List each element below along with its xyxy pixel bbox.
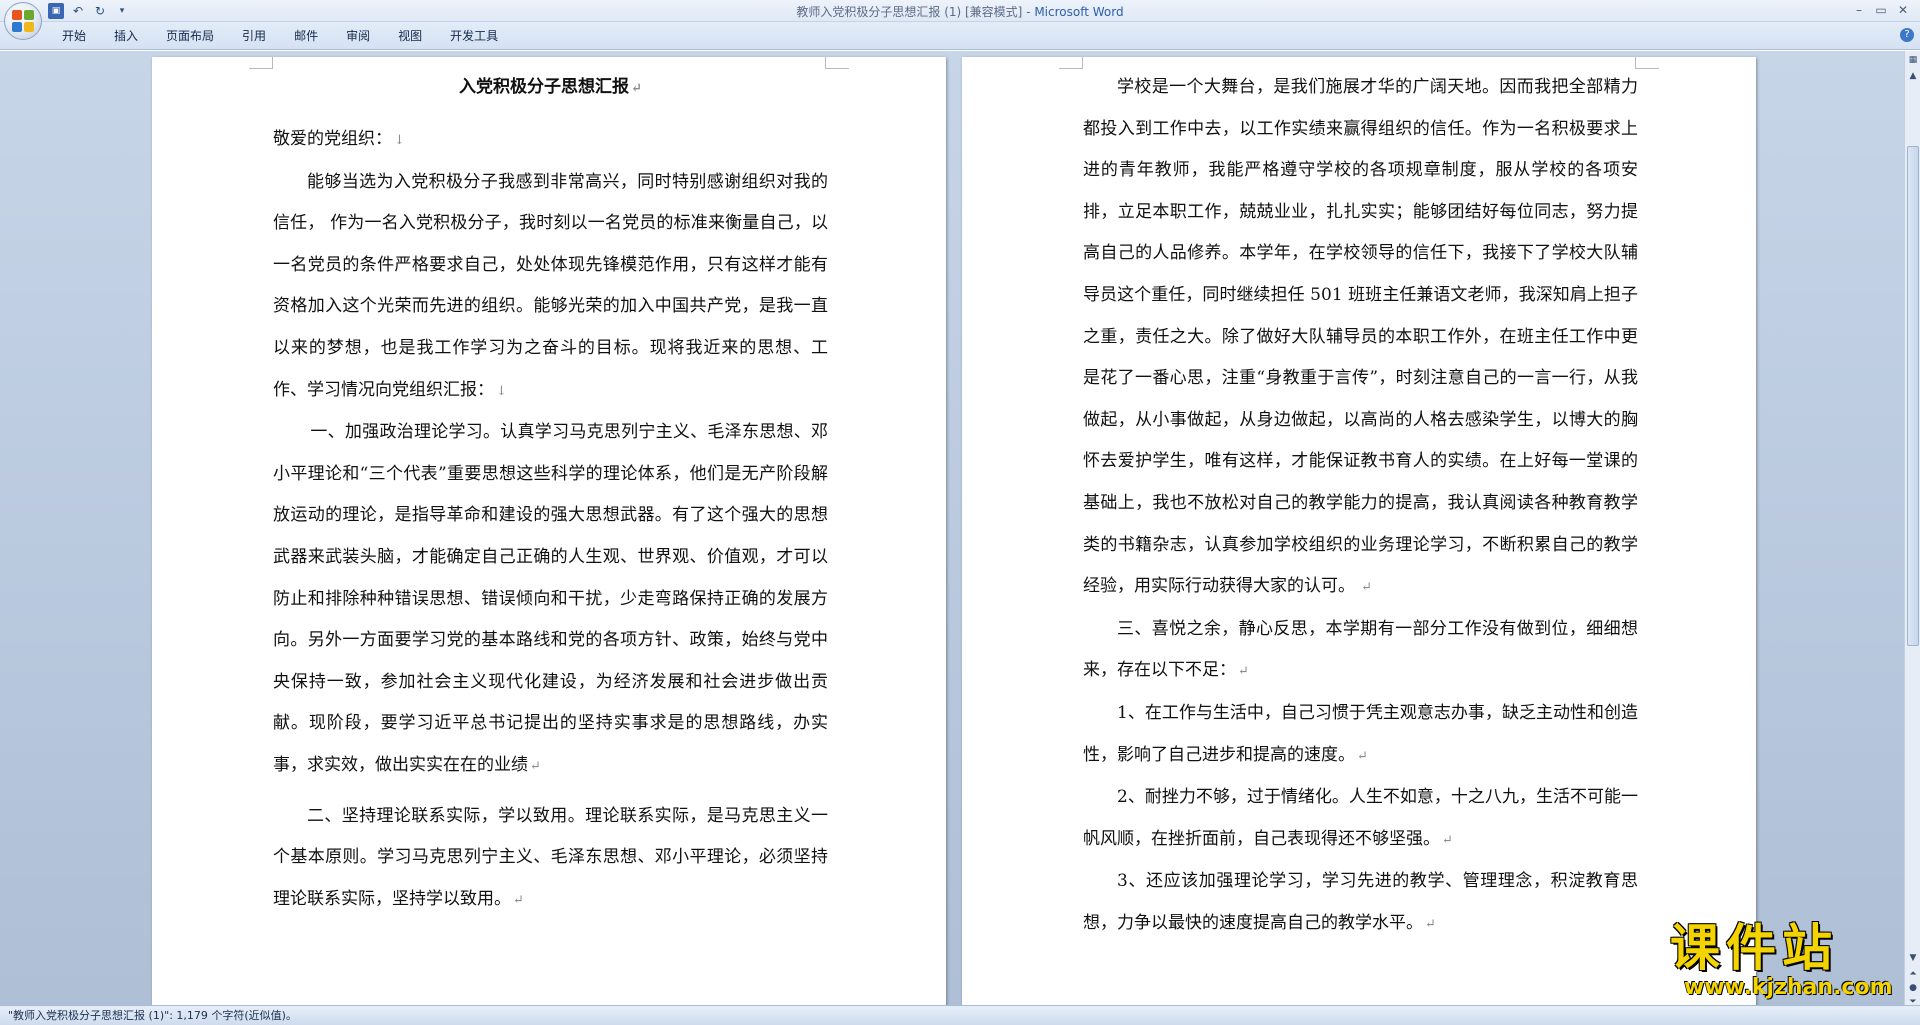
scroll-up-icon[interactable]: ▲ (1906, 69, 1920, 83)
tab-review[interactable]: 审阅 (332, 28, 384, 44)
paragraph: 二、坚持理论联系实际，学以致用。理论联系实际，是马克思主义一个基本原则。学习马克… (273, 805, 828, 909)
watermark-logo: 课件站 www.kjzhan.com (1670, 920, 1900, 1010)
tab-view[interactable]: 视图 (384, 28, 436, 44)
ribbon-tabs: 开始 插入 页面布局 引用 邮件 审阅 视图 开发工具 (48, 28, 512, 44)
page-right[interactable]: 学校是一个大舞台，是我们施展才华的广阔天地。因而我把全部精力都投入到工作中去，以… (962, 57, 1756, 1005)
tab-references[interactable]: 引用 (228, 28, 280, 44)
scroll-down-icon[interactable]: ▼ (1906, 951, 1920, 965)
scroll-thumb[interactable] (1907, 146, 1919, 646)
status-bar: "教师入党积极分子思想汇报 (1)": 1,179 个字符(近似值)。 (0, 1005, 1920, 1025)
minimize-icon[interactable]: – (1848, 1, 1870, 19)
restore-icon[interactable]: ▭ (1870, 1, 1892, 19)
tab-mailings[interactable]: 邮件 (280, 28, 332, 44)
tab-page-layout[interactable]: 页面布局 (152, 28, 228, 44)
paragraph: 三、喜悦之余，静心反思，本学期有一部分工作没有做到位，细细想来，存在以下不足： ↵ (1083, 618, 1638, 681)
tab-home[interactable]: 开始 (48, 28, 100, 44)
help-icon[interactable]: ? (1900, 28, 1914, 42)
paragraph: 2、耐挫力不够，过于情绪化。人生不如意，十之八九，生活不可能一帆风顺，在挫折面前… (1083, 787, 1638, 849)
paragraph: 1、在工作与生活中，自己习惯于凭主观意志办事，缺乏主动性和创造性，影响了自己进步… (1083, 702, 1638, 765)
title-bar: ▣ ↶ ↻ ▾ 教师入党积极分子思想汇报 (1) [兼容模式] - Micros… (0, 0, 1920, 22)
tab-insert[interactable]: 插入 (100, 28, 152, 44)
window-controls: – ▭ ✕ (1848, 1, 1914, 19)
word-count-status[interactable]: "教师入党积极分子思想汇报 (1)": 1,179 个字符(近似值)。 (8, 1009, 297, 1022)
margin-corner-mark (1059, 57, 1083, 69)
vertical-scrollbar[interactable]: ▦ ▲ ▼ ⏶ ● ⏷ (1904, 51, 1920, 1007)
paragraph: 3、还应该加强理论学习，学习先进的教学、管理理念，积淀教育思想，力争以最快的速度… (1083, 871, 1638, 933)
tab-developer[interactable]: 开发工具 (436, 28, 512, 44)
app-name: Microsoft Word (1034, 5, 1124, 19)
document-workspace[interactable]: 入党积极分子思想汇报 ↵ 敬爱的党组织： ↓ 能够当选为入党积极分子我感到非常高兴，… (0, 51, 1904, 1005)
document-title: 入党积极分子思想汇报 (459, 77, 630, 97)
window-title: 教师入党积极分子思想汇报 (1) [兼容模式] - Microsoft Word (0, 3, 1920, 20)
page-left[interactable]: 入党积极分子思想汇报 ↵ 敬爱的党组织： ↓ 能够当选为入党积极分子我感到非常高兴，… (152, 57, 946, 1005)
previous-page-icon[interactable]: ⏶ (1906, 967, 1920, 981)
paragraph: 学校是一个大舞台，是我们施展才华的广阔天地。因而我把全部精力都投入到工作中去，以… (1083, 77, 1638, 597)
office-logo-icon (12, 10, 34, 32)
ribbon: 开始 插入 页面布局 引用 邮件 审阅 视图 开发工具 ? (0, 22, 1920, 50)
watermark-url: www.kjzhan.com (1684, 975, 1893, 1000)
margin-corner-mark (1635, 57, 1659, 69)
office-button[interactable] (4, 2, 42, 40)
paragraph: 能够当选为入党积极分子我感到非常高兴，同时特别感谢组织对我的信任， 作为一名入党… (273, 171, 828, 400)
document-name: 教师入党积极分子思想汇报 (1) [兼容模式] - (796, 5, 1035, 19)
paragraph: 一、加强政治理论学习。认真学习马克思列宁主义、毛泽东思想、邓小平理论和“三个代表… (273, 422, 828, 775)
page-right-text[interactable]: 学校是一个大舞台，是我们施展才华的广阔天地。因而我把全部精力都投入到工作中去，以… (1083, 67, 1638, 945)
margin-corner-mark (249, 57, 273, 69)
ruler-toggle-icon[interactable]: ▦ (1906, 53, 1920, 67)
salutation: 敬爱的党组织： (273, 129, 392, 149)
close-icon[interactable]: ✕ (1892, 1, 1914, 19)
page-left-text[interactable]: 入党积极分子思想汇报 ↵ 敬爱的党组织： ↓ 能够当选为入党积极分子我感到非常高兴，… (273, 67, 828, 921)
select-browse-object-icon[interactable]: ● (1906, 981, 1920, 995)
margin-corner-mark (825, 57, 849, 69)
watermark-name: 课件站 (1670, 919, 1838, 977)
